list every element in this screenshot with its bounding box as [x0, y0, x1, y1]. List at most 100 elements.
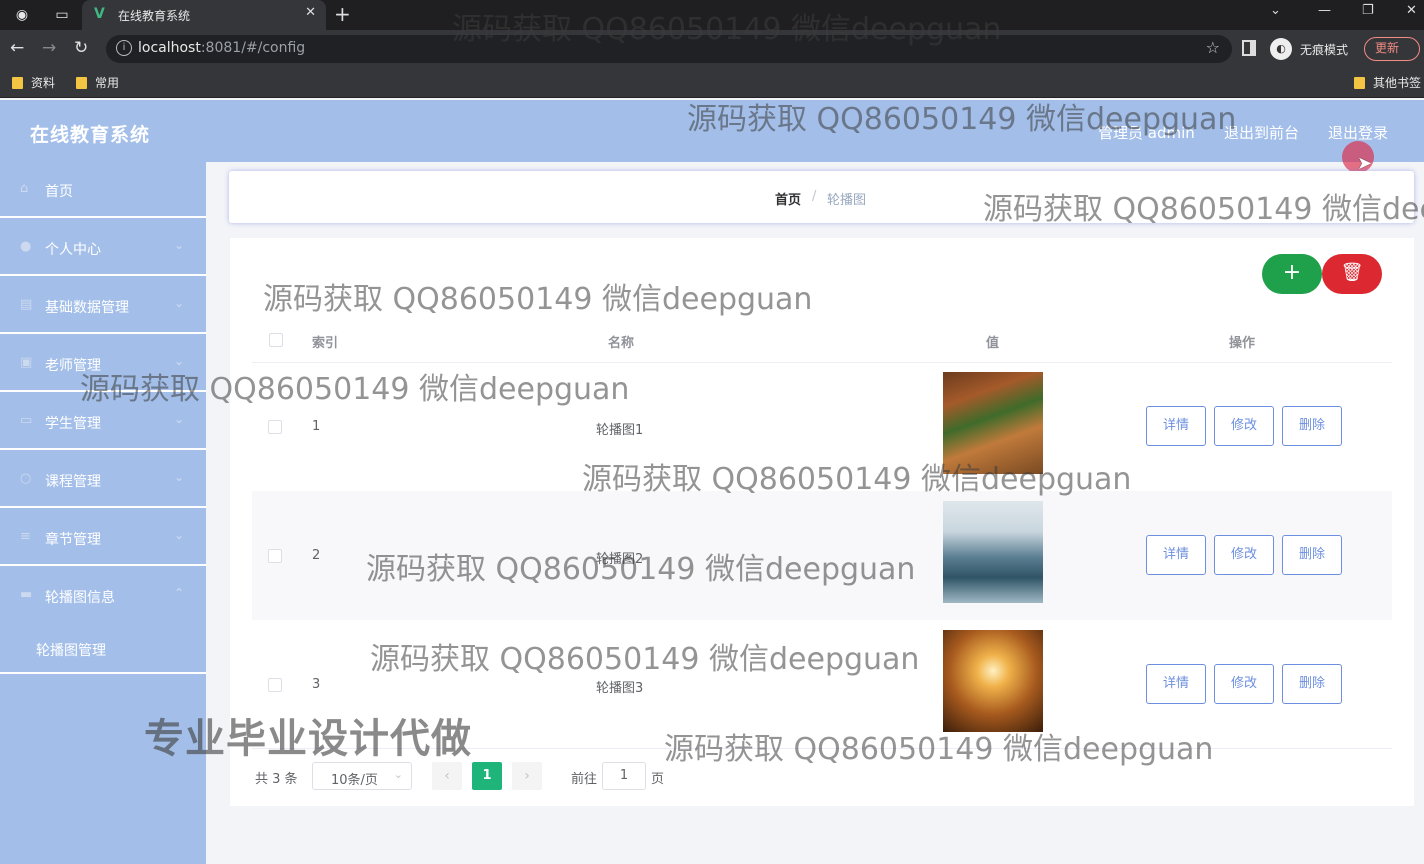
sidebar-item-label: 老师管理 — [45, 358, 101, 374]
minimize-icon[interactable]: — — [1318, 3, 1331, 18]
bookmark-folder-1[interactable]: 资料 — [12, 74, 55, 91]
edit-button[interactable]: 修改 — [1214, 535, 1274, 575]
teacher-icon: ▣ — [20, 355, 33, 370]
edit-button[interactable]: 修改 — [1214, 406, 1274, 446]
page-number-current[interactable]: 1 — [472, 762, 502, 790]
sidebar-item-label: 基础数据管理 — [45, 300, 129, 316]
edit-button[interactable]: 修改 — [1214, 664, 1274, 704]
sidebar-subitem-label: 轮播图管理 — [36, 643, 106, 659]
delete-button[interactable]: 删除 — [1282, 406, 1342, 446]
bookmark-star-icon[interactable]: ☆ — [1206, 38, 1220, 57]
bookmarks-bar: 资料 常用 其他书签 — [0, 68, 1424, 98]
row-name: 轮播图1 — [596, 423, 644, 438]
breadcrumb-separator: / — [812, 189, 817, 204]
to-front-link[interactable]: 退出到前台 — [1224, 122, 1299, 143]
breadcrumb: 首页 / 轮播图 — [229, 171, 1414, 223]
chevron-down-icon: ⌄ — [174, 528, 185, 542]
address-bar[interactable]: i localhost:8081/#/config ☆ — [106, 35, 1232, 63]
restore-icon[interactable]: ❐ — [1362, 3, 1374, 18]
row-index: 1 — [312, 419, 321, 434]
chevron-down-icon: ⌄ — [174, 470, 185, 484]
vue-logo-icon: V — [94, 6, 105, 22]
folder-icon — [76, 77, 87, 89]
row-index: 3 — [312, 677, 321, 692]
delete-button[interactable]: 删除 — [1282, 664, 1342, 704]
browser-menu-icon[interactable]: ◉ — [12, 5, 32, 25]
page-size-value: 10条/页 — [331, 773, 378, 788]
sidebar-item-chapters[interactable]: ≡ 章节管理 ⌄ — [0, 510, 206, 566]
select-all-checkbox[interactable] — [269, 333, 283, 347]
sidebar-item-label: 课程管理 — [45, 474, 101, 490]
column-header-value: 值 — [986, 336, 1000, 351]
tab-title: 在线教育系统 — [118, 9, 191, 23]
delete-button[interactable]: 删除 — [1282, 535, 1342, 575]
user-icon: ● — [20, 239, 32, 254]
sidebar-item-label: 章节管理 — [45, 532, 101, 548]
sidebar-item-label: 轮播图信息 — [45, 590, 115, 606]
tab-close-icon[interactable]: ✕ — [305, 5, 316, 20]
new-tab-icon[interactable]: + — [334, 2, 351, 26]
incognito-icon[interactable]: ◐ — [1270, 38, 1292, 60]
column-header-ops: 操作 — [1229, 336, 1256, 351]
row-checkbox[interactable] — [268, 420, 282, 434]
folder-icon — [1354, 77, 1365, 89]
sidebar-item-courses[interactable]: ○ 课程管理 ⌄ — [0, 452, 206, 508]
app-header: 在线教育系统 管理员 admin 退出到前台 退出登录 — [0, 100, 1424, 162]
sidebar-subitem-carousel-manage[interactable]: 轮播图管理 — [0, 624, 206, 674]
close-window-icon[interactable]: ✕ — [1406, 3, 1417, 18]
watermark-banner: 专业毕业设计代做 — [144, 716, 472, 762]
folder-icon — [12, 77, 23, 89]
sidebar-item-home[interactable]: ⌂ 首页 — [0, 162, 206, 218]
goto-prefix: 前往 — [571, 772, 598, 787]
tab-overview-icon[interactable]: ▭ — [52, 5, 72, 25]
column-header-name: 名称 — [608, 336, 635, 351]
browser-tabbar: ◉ ▭ V 在线教育系统 ✕ + ⌄ — ❐ ✕ — [0, 0, 1424, 30]
pager-total: 共 3 条 — [255, 772, 298, 787]
side-panel-icon[interactable] — [1242, 40, 1256, 56]
sidebar-item-basic-data[interactable]: ▤ 基础数据管理 ⌄ — [0, 278, 206, 334]
add-button[interactable]: + — [1262, 254, 1322, 294]
reload-icon[interactable]: ↻ — [74, 38, 88, 58]
row-image — [943, 501, 1043, 603]
browser-toolbar: ← → ↻ i localhost:8081/#/config ☆ ◐ 无痕模式… — [0, 30, 1424, 68]
row-image — [943, 372, 1043, 474]
database-icon: ▤ — [20, 297, 33, 312]
chapter-icon: ≡ — [20, 529, 31, 544]
row-checkbox[interactable] — [268, 678, 282, 692]
page-size-select[interactable]: 10条/页 ⌄ — [312, 762, 412, 790]
detail-button[interactable]: 详情 — [1146, 406, 1206, 446]
detail-button[interactable]: 详情 — [1146, 664, 1206, 704]
row-checkbox[interactable] — [268, 549, 282, 563]
chevron-down-icon: ⌄ — [174, 238, 185, 252]
chevron-down-icon: ⌄ — [393, 768, 403, 781]
chevron-up-icon: ⌃ — [174, 586, 185, 600]
sidebar-item-students[interactable]: ▭ 学生管理 ⌄ — [0, 394, 206, 450]
row-index: 2 — [312, 548, 321, 563]
sidebar-item-carousel[interactable]: ▬ 轮播图信息 ⌃ — [0, 568, 206, 624]
update-button[interactable]: 更新 — [1364, 37, 1420, 61]
tab-search-icon[interactable]: ⌄ — [1270, 3, 1281, 18]
breadcrumb-home[interactable]: 首页 — [775, 189, 801, 208]
goto-page-input[interactable]: 1 — [602, 762, 646, 790]
sidebar-item-label: 个人中心 — [45, 242, 101, 258]
row-image — [943, 630, 1043, 732]
detail-button[interactable]: 详情 — [1146, 535, 1206, 575]
bookmark-folder-2[interactable]: 常用 — [76, 74, 119, 91]
prev-page-button[interactable]: ‹ — [432, 762, 462, 790]
sidebar-item-label: 首页 — [45, 184, 73, 200]
next-page-button[interactable]: › — [512, 762, 542, 790]
sidebar-item-profile[interactable]: ● 个人中心 ⌄ — [0, 220, 206, 276]
plus-icon: + — [1282, 260, 1302, 285]
other-bookmarks[interactable]: 其他书签 — [1354, 74, 1421, 91]
home-icon: ⌂ — [20, 181, 29, 196]
breadcrumb-current: 轮播图 — [827, 193, 867, 208]
sidebar-item-teachers[interactable]: ▣ 老师管理 ⌄ — [0, 336, 206, 392]
back-icon[interactable]: ← — [10, 38, 24, 58]
forward-icon[interactable]: → — [42, 38, 56, 58]
chevron-down-icon: ⌄ — [174, 296, 185, 310]
browser-tab-active[interactable]: V 在线教育系统 ✕ — [82, 0, 326, 30]
batch-delete-button[interactable]: 🗑 — [1322, 254, 1382, 294]
site-info-icon[interactable]: i — [116, 40, 132, 56]
logout-link[interactable]: 退出登录 — [1328, 122, 1388, 143]
incognito-label: 无痕模式 — [1300, 43, 1349, 57]
